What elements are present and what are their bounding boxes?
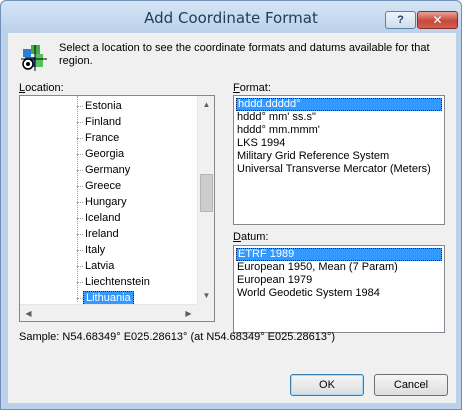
location-item-label: Italy [85,244,106,256]
location-item-label: Hungary [85,196,127,208]
location-label: Location: [19,82,64,94]
format-option[interactable]: hddd° mm' ss.s" [236,111,442,124]
triangle-right-icon[interactable]: ▶ [180,305,197,321]
triangle-left-icon[interactable]: ◀ [20,305,37,321]
format-option[interactable]: hddd.ddddd° [236,98,442,111]
format-label-rest: ormat: [239,82,271,94]
location-item[interactable]: Hungary [77,194,197,210]
datum-option[interactable]: ETRF 1989 [236,248,442,261]
location-item[interactable]: Finland [77,114,197,130]
location-item-label: Greece [85,180,122,192]
title-bar[interactable]: Add Coordinate Format ? ✕ [1,1,461,33]
location-item-label: France [85,132,120,144]
format-label-accel: F [233,82,240,94]
location-item[interactable]: Greece [77,178,197,194]
location-item-label: Latvia [85,260,115,272]
scrollbar-thumb[interactable] [200,174,213,212]
datum-label-accel: D [233,231,241,243]
help-button[interactable]: ? [385,11,416,29]
ok-button[interactable]: OK [290,374,364,396]
format-listbox[interactable]: hddd.ddddd° hddd° mm' ss.s" hddd° mm.mmm' L… [233,95,445,225]
format-option[interactable]: Military Grid Reference System [236,150,442,163]
datum-option[interactable]: World Geodetic System 1984 [236,287,442,300]
datum-label-rest: atum: [240,231,269,243]
format-option[interactable]: Universal Transverse Mercator (Meters) [236,163,442,176]
location-item-label: Germany [85,164,131,176]
location-item-label: Georgia [85,148,125,160]
close-button[interactable]: ✕ [417,11,458,29]
format-option[interactable]: LKS 1994 [236,137,442,150]
location-item-label: Ireland [85,228,119,240]
cancel-button[interactable]: Cancel [374,374,448,396]
format-label: Format: [233,82,271,94]
globe-grid-icon [21,45,47,71]
location-tree[interactable]: Estonia Finland France Georgia Germany Greece… [19,95,215,322]
location-horizontal-scrollbar[interactable]: ◀ ▶ [20,304,197,321]
intro-text: Select a location to see the coordinate … [59,42,430,67]
location-item[interactable]: Germany [77,162,197,178]
location-item-label: Finland [85,116,122,128]
location-tree-items: Estonia Finland France Georgia Germany Greece… [20,96,197,306]
datum-option[interactable]: European 1979 [236,274,442,287]
location-item[interactable]: Italy [77,242,197,258]
location-item[interactable]: France [77,130,197,146]
add-coordinate-format-dialog: Add Coordinate Format ? ✕ Select a locat… [0,0,462,410]
datum-option[interactable]: European 1950, Mean (7 Param) [236,261,442,274]
location-item[interactable]: Latvia [77,258,197,274]
location-item[interactable]: Liechtenstein [77,274,197,290]
location-item[interactable]: Estonia [77,98,197,114]
dialog-body: Select a location to see the coordinate … [8,33,456,403]
location-item-label: Iceland [85,212,121,224]
sample-text: Sample: N54.68349° E025.28613° (at N54.6… [19,331,336,343]
location-vertical-scrollbar[interactable]: ▲ ▼ [197,96,214,304]
triangle-down-icon[interactable]: ▼ [198,287,214,304]
location-item-label: Liechtenstein [85,276,150,288]
location-item[interactable]: Ireland [77,226,197,242]
location-item[interactable]: Iceland [77,210,197,226]
datum-label: Datum: [233,231,268,243]
triangle-up-icon[interactable]: ▲ [198,96,214,113]
scrollbar-corner [197,304,214,321]
location-label-rest: ocation: [25,82,64,94]
format-option[interactable]: hddd° mm.mmm' [236,124,442,137]
location-item[interactable]: Georgia [77,146,197,162]
datum-listbox[interactable]: ETRF 1989 European 1950, Mean (7 Param) Eu… [233,245,445,333]
location-item-label: Estonia [85,100,122,112]
